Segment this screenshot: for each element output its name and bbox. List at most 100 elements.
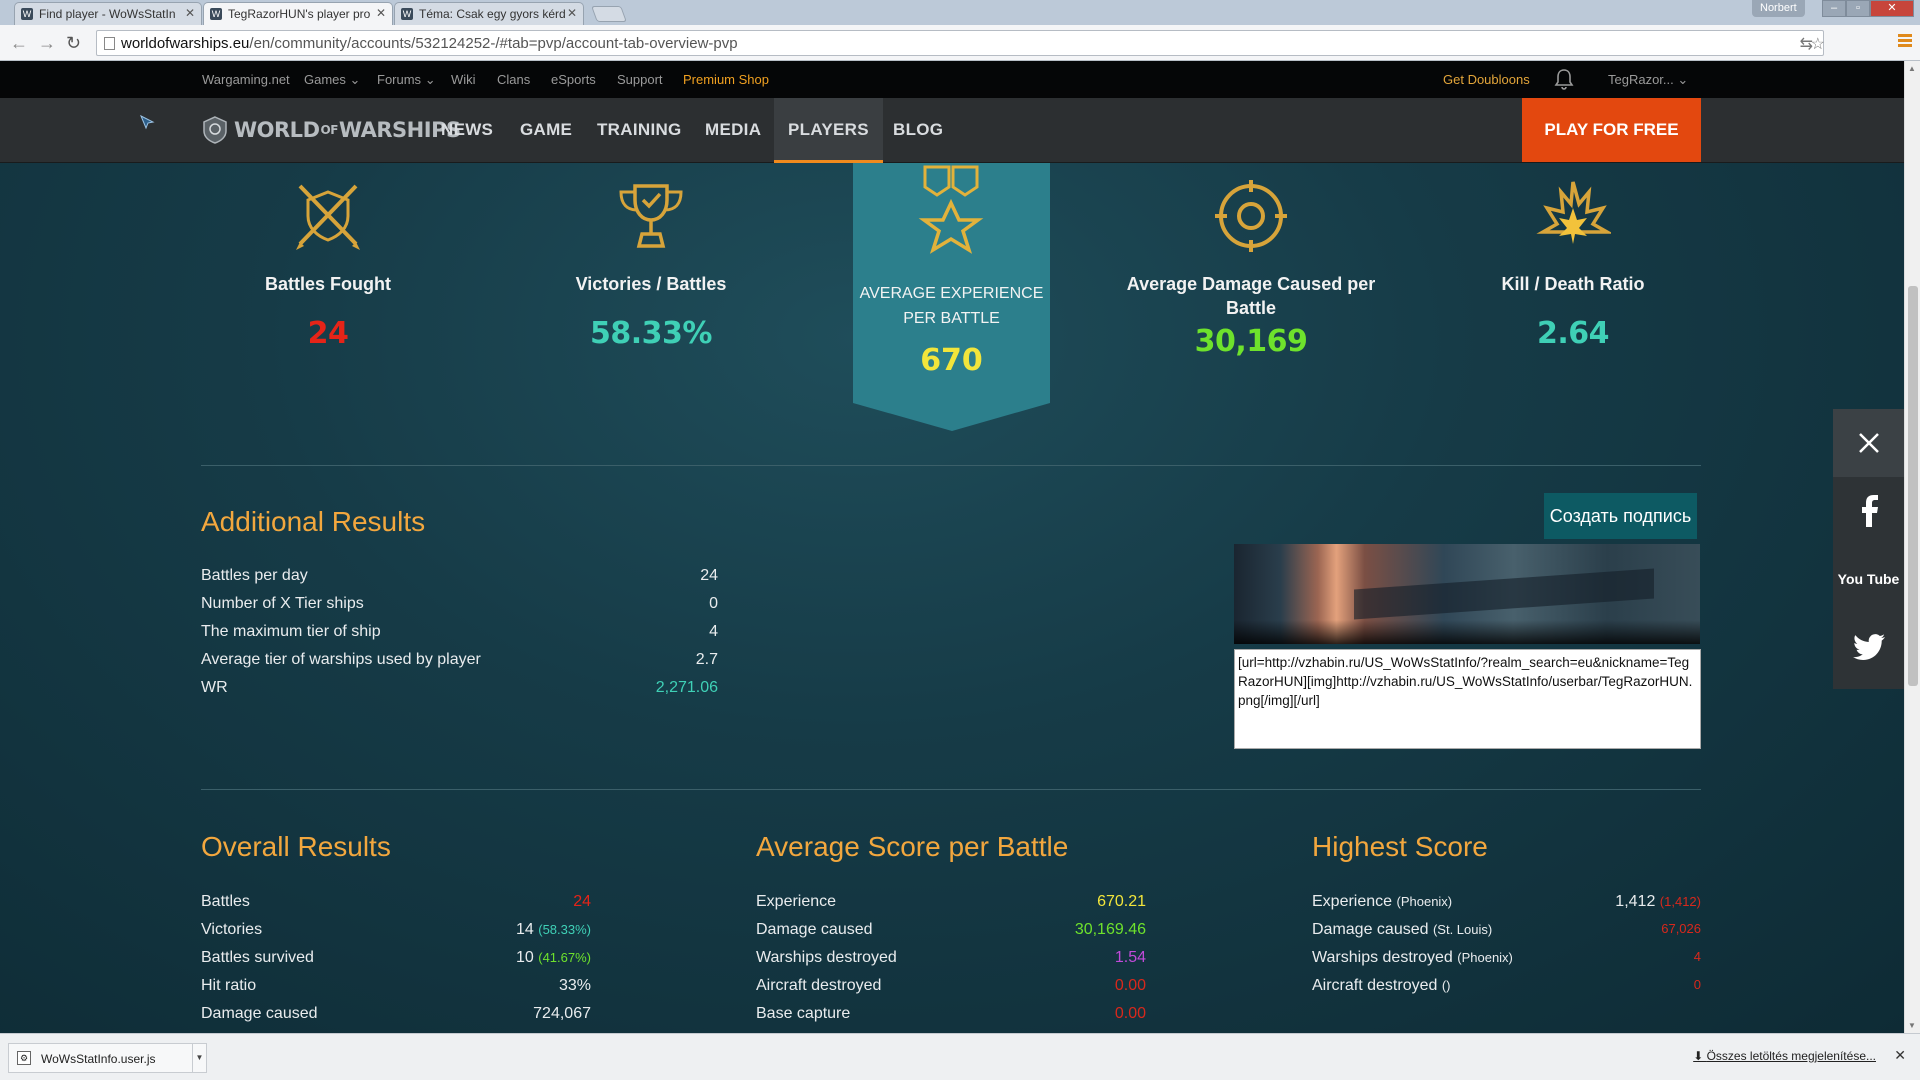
row-label: Battles survived — [201, 949, 314, 966]
forums-label: Forums — [377, 72, 422, 87]
stat-value: 670 — [920, 343, 983, 378]
highest-row: Experience (Phoenix) 1,412 (1,412) — [1312, 893, 1701, 913]
url-input[interactable]: worldofwarships.eu/en/community/accounts… — [96, 30, 1825, 56]
nav-game[interactable]: GAME — [520, 120, 572, 140]
back-arrow-icon[interactable]: ← — [10, 33, 28, 54]
nav-blog[interactable]: BLOG — [893, 120, 943, 140]
script-file-icon: ⚙ — [17, 1051, 31, 1065]
section-divider — [201, 465, 1701, 466]
browser-tab[interactable]: W Téma: Csak egy gyors kérd ✕ — [394, 2, 584, 25]
download-filename: WoWsStatInfo.user.js — [41, 1052, 156, 1066]
row-label: Victories — [201, 921, 263, 938]
premium-shop-link[interactable]: Premium Shop — [683, 72, 769, 87]
scroll-thumb[interactable] — [1908, 286, 1918, 686]
twitter-icon[interactable] — [1833, 613, 1904, 681]
nav-media[interactable]: MEDIA — [705, 120, 761, 140]
browser-menu-icon[interactable] — [1898, 34, 1912, 48]
window-close-icon[interactable]: ✕ — [1870, 0, 1914, 17]
tab-close-icon[interactable]: ✕ — [376, 6, 386, 20]
row-label: WR — [201, 679, 228, 696]
maximize-icon[interactable]: ▫ — [1846, 0, 1870, 17]
signature-code-textarea[interactable]: [url=http://vzhabin.ru/US_WoWsStatInfo/?… — [1234, 649, 1701, 749]
tab-title: TegRazorHUN's player pro — [228, 7, 371, 21]
bookmark-star-icon[interactable]: ☆ — [1811, 34, 1825, 54]
user-menu[interactable]: TegRazor... ⌄ — [1608, 72, 1688, 88]
row-value: 4 — [709, 623, 718, 640]
games-menu[interactable]: Games ⌄ — [304, 72, 360, 88]
reload-icon[interactable]: ↻ — [66, 33, 81, 54]
row-label: Damage caused — [756, 921, 873, 938]
row-label: Damage caused — [201, 1005, 318, 1022]
row-value: 0 — [1693, 977, 1701, 992]
banner-ship — [1354, 568, 1654, 620]
bell-icon[interactable] — [1554, 68, 1574, 93]
browser-tab-active[interactable]: W TegRazorHUN's player pro ✕ — [203, 2, 393, 25]
stat-label: Battles Fought — [265, 274, 391, 294]
page-scrollbar[interactable]: ▲ ▼ — [1904, 61, 1920, 1033]
tab-close-icon[interactable]: ✕ — [567, 6, 577, 20]
tab-title: Téma: Csak egy gyors kérd — [419, 7, 566, 21]
download-item[interactable]: ⚙ WoWsStatInfo.user.js ▼ — [8, 1043, 207, 1073]
row-value-group: 1,412 (1,412) — [1615, 893, 1701, 911]
close-icon[interactable] — [1833, 409, 1904, 477]
highest-score-title: Highest Score — [1312, 831, 1488, 862]
close-icon[interactable]: ✕ — [1894, 1047, 1906, 1064]
row-value: 670.21 — [1097, 893, 1146, 910]
forums-menu[interactable]: Forums ⌄ — [377, 72, 436, 88]
row-label: Base capture — [756, 1005, 851, 1022]
row-label: Damage caused — [1312, 921, 1429, 938]
tab-close-icon[interactable]: ✕ — [185, 6, 195, 20]
stat-label: Victories / Battles — [575, 274, 727, 294]
row-value: 2,271.06 — [655, 679, 718, 696]
chevron-down-icon[interactable]: ▼ — [192, 1044, 206, 1072]
nav-players[interactable]: PLAYERS — [774, 98, 883, 163]
overall-row: Victories 14 (58.33%) — [201, 921, 591, 941]
crossed-swords-shield-icon — [296, 184, 360, 250]
overall-row: Battles 24 — [201, 893, 591, 913]
additional-row: Average tier of warships used by player … — [201, 651, 718, 671]
row-value: 14 — [516, 921, 534, 938]
username: TegRazor... — [1608, 72, 1674, 87]
row-label: Number of X Tier ships — [201, 595, 364, 612]
wows-logo[interactable]: WORLD OF WARSHIPS — [202, 115, 461, 145]
row-label: Warships destroyed — [1312, 949, 1453, 966]
average-score-title: Average Score per Battle — [756, 831, 1069, 862]
facebook-icon[interactable] — [1833, 477, 1904, 545]
row-percent: (41.67%) — [538, 950, 591, 965]
youtube-icon[interactable]: You Tube — [1833, 545, 1904, 613]
minimize-icon[interactable]: – — [1822, 0, 1846, 17]
nav-training[interactable]: TRAINING — [597, 120, 682, 140]
play-for-free-button[interactable]: PLAY FOR FREE — [1522, 98, 1701, 162]
chevron-down-icon: ⌄ — [1677, 72, 1689, 87]
esports-link[interactable]: eSports — [551, 72, 596, 87]
nav-news[interactable]: NEWS — [441, 120, 493, 140]
create-signature-button[interactable]: Создать подпись — [1544, 493, 1697, 539]
scroll-down-icon[interactable]: ▼ — [1908, 1021, 1916, 1030]
show-all-downloads-link[interactable]: ⬇ Összes letöltés megjelenítése... — [1693, 1049, 1876, 1063]
new-tab-button[interactable] — [591, 6, 627, 22]
ship-name: (St. Louis) — [1432, 922, 1493, 937]
row-value: 0.00 — [1114, 977, 1146, 994]
highest-row: Warships destroyed (Phoenix) 4 — [1312, 949, 1701, 969]
additional-row: Number of X Tier ships 0 — [201, 595, 718, 615]
stat-value: 24 — [307, 316, 349, 351]
wiki-link[interactable]: Wiki — [451, 72, 476, 87]
ship-name: () — [1441, 978, 1451, 993]
row-label: Aircraft destroyed — [756, 977, 882, 994]
row-percent: (58.33%) — [538, 922, 591, 937]
wows-favicon-icon: W — [21, 8, 33, 20]
row-value-group: 14 (58.33%) — [516, 921, 591, 939]
trophy-icon — [619, 184, 683, 248]
support-link[interactable]: Support — [617, 72, 663, 87]
banner-shade — [1234, 620, 1700, 644]
browser-tab[interactable]: W Find player - WoWsStatIn ✕ — [14, 2, 202, 25]
average-row: Experience 670.21 — [756, 893, 1146, 913]
clans-link[interactable]: Clans — [497, 72, 530, 87]
logo-word-1: WORLD — [234, 118, 320, 142]
get-doubloons-link[interactable]: Get Doubloons — [1443, 72, 1530, 87]
forward-arrow-icon[interactable]: → — [38, 33, 56, 54]
average-row: Damage caused 30,169.46 — [756, 921, 1146, 941]
scroll-up-icon[interactable]: ▲ — [1908, 64, 1916, 73]
wargaming-link[interactable]: Wargaming.net — [202, 72, 290, 87]
row-value: 4 — [1693, 949, 1701, 964]
